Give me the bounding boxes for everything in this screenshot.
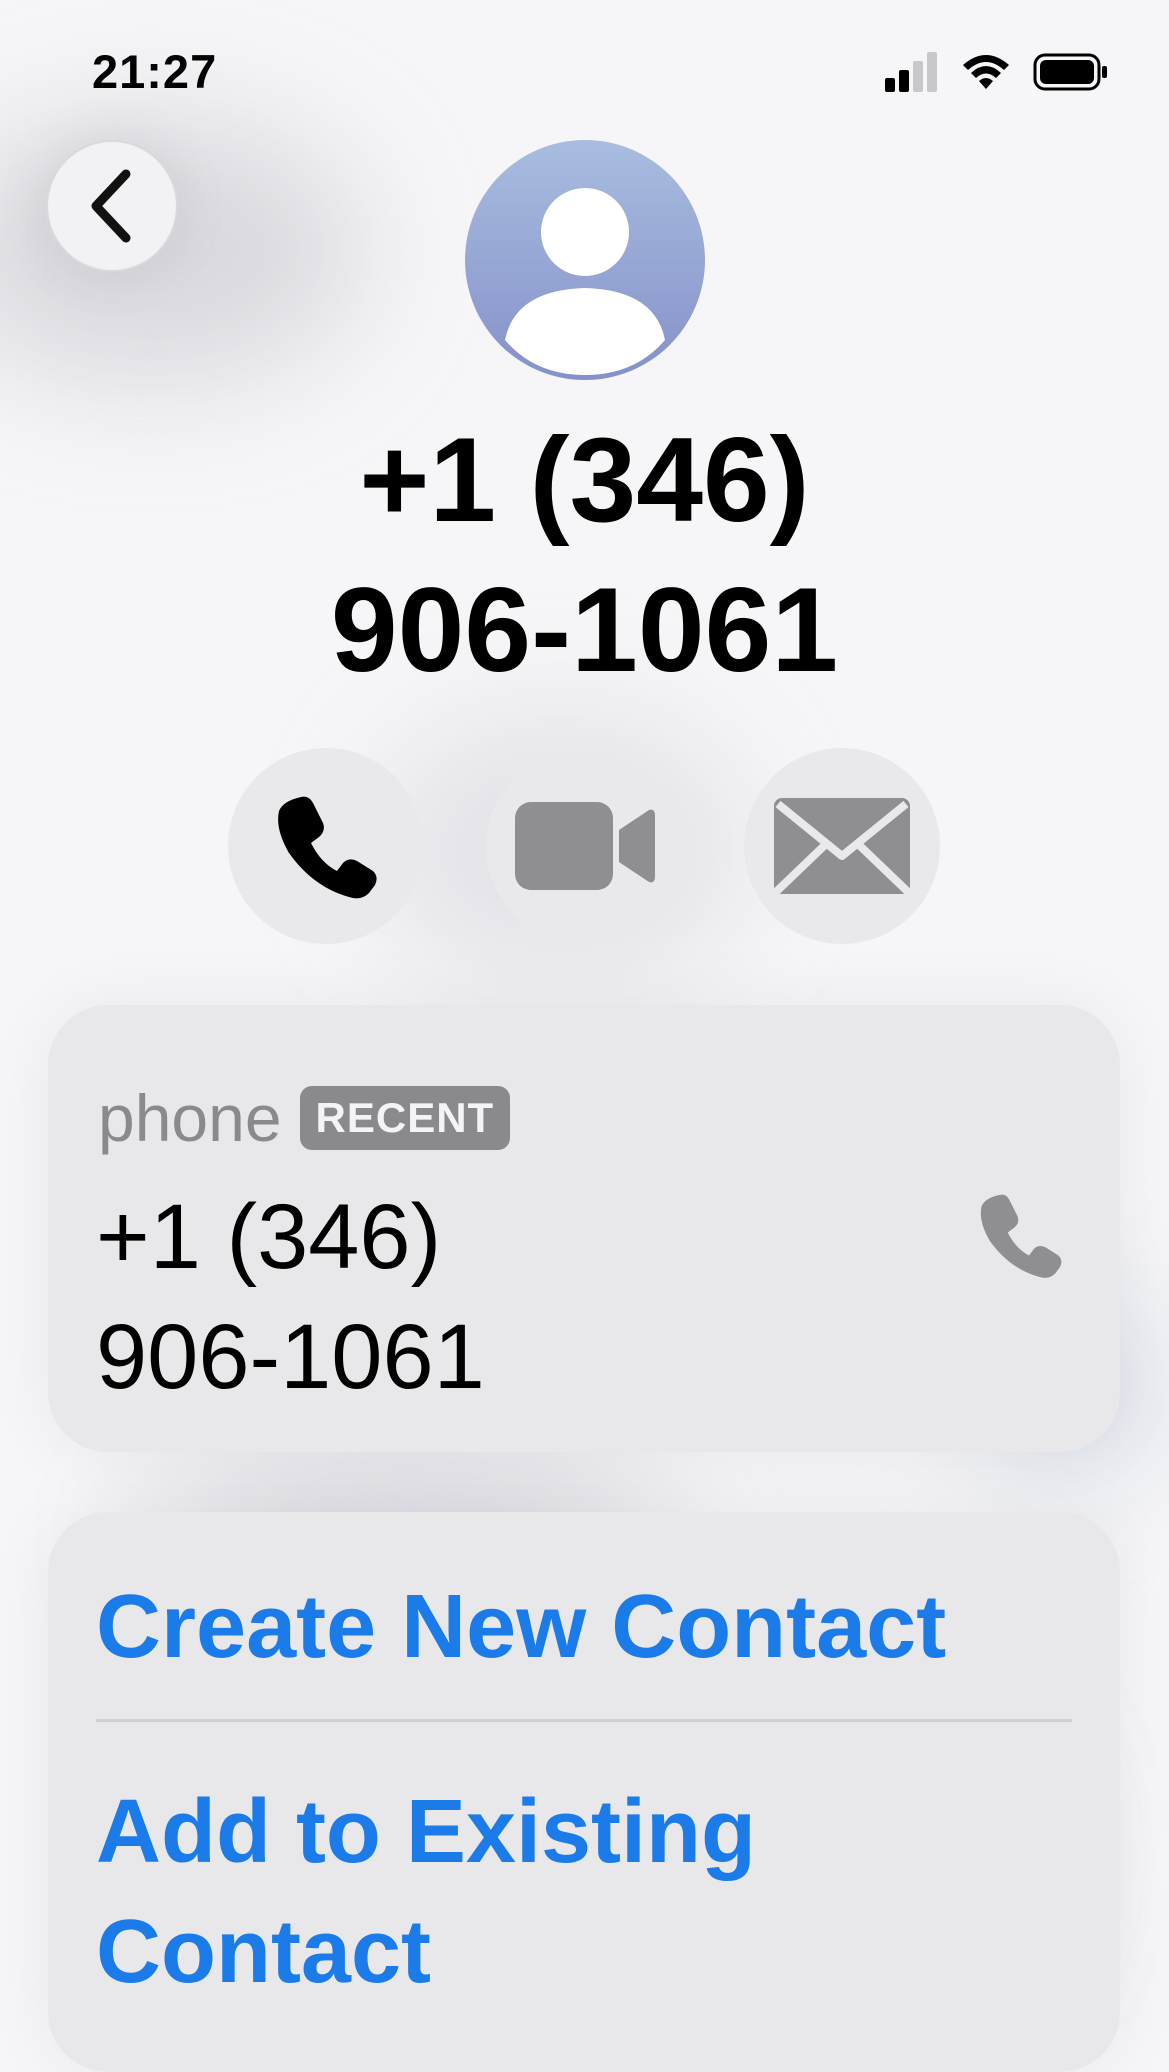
status-bar: 21:27 <box>0 0 1169 140</box>
contact-title-line1: +1 (346) <box>359 413 810 547</box>
status-icons <box>885 52 1109 92</box>
options-card: Create New Contact Add to Existing Conta… <box>48 1512 1120 2072</box>
chevron-left-icon <box>91 169 131 243</box>
phone-number[interactable]: +1 (346) 906-1061 <box>96 1177 485 1417</box>
create-new-contact-button[interactable]: Create New Contact <box>96 1567 1072 1687</box>
phone-label: phone <box>98 1081 282 1155</box>
wifi-icon <box>963 55 1009 89</box>
add-existing-line1: Add to Existing <box>96 1782 756 1882</box>
phone-icon[interactable] <box>975 1190 1065 1280</box>
battery-icon <box>1033 53 1107 91</box>
phone-number-line1: +1 (346) <box>96 1186 442 1288</box>
phone-number-line2: 906-1061 <box>96 1306 485 1408</box>
add-existing-line2: Contact <box>96 1902 431 2002</box>
person-icon <box>505 188 665 375</box>
mail-icon <box>774 798 910 894</box>
contact-title: +1 (346) 906-1061 <box>0 405 1169 705</box>
video-icon <box>515 802 655 890</box>
recent-badge: RECENT <box>299 1086 511 1150</box>
status-time: 21:27 <box>92 45 218 98</box>
video-button[interactable] <box>486 748 682 944</box>
back-button[interactable] <box>46 140 178 272</box>
signal-icon <box>885 52 937 92</box>
avatar <box>465 140 705 380</box>
phone-icon <box>278 796 377 899</box>
phone-label-row: phone RECENT <box>98 1080 511 1156</box>
phone-card[interactable]: phone RECENT +1 (346) 906-1061 <box>48 1005 1120 1452</box>
divider <box>96 1719 1072 1722</box>
add-to-existing-contact-button[interactable]: Add to Existing Contact <box>96 1772 1072 2012</box>
call-button[interactable] <box>228 748 424 944</box>
contact-title-line2: 906-1061 <box>330 563 839 697</box>
mail-button[interactable] <box>744 748 940 944</box>
